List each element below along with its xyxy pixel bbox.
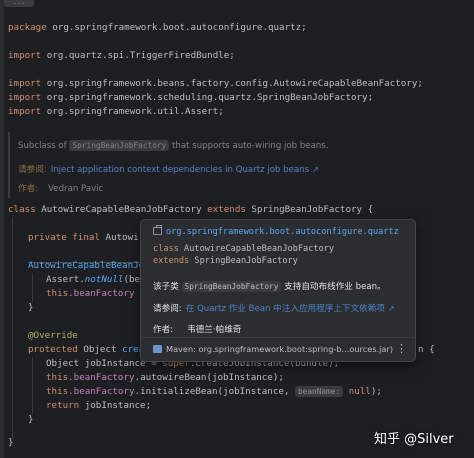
watermark: 知乎 @Silver: [374, 432, 454, 447]
folded-region-marker[interactable]: ...: [4, 0, 34, 7]
popup-description: 该子类 SpringBeanJobFactory 支持自动布线作业 bean。: [153, 281, 386, 292]
javadoc-code-ref[interactable]: SpringBeanJobFactory: [69, 140, 170, 151]
documentation-popup[interactable]: org.springframework.boot.autoconfigure.q…: [140, 219, 416, 362]
assert-line: Assert.notNull(bea: [46, 274, 146, 285]
indent-guide: [32, 273, 33, 303]
constructor-line: AutowireCapableBeanJob: [28, 260, 150, 271]
close-brace: }: [28, 302, 34, 313]
javadoc-summary: Subclass of SpringBeanJobFactory that su…: [18, 140, 329, 151]
parameter-hint: beanName:: [294, 386, 344, 397]
override-annotation: @Override: [28, 330, 78, 341]
external-link-icon: ↗: [312, 165, 319, 174]
external-link-icon: ↗: [387, 304, 395, 313]
class-declaration-line: class AutowireCapableBeanJobFactory exte…: [8, 204, 374, 215]
package-icon: [153, 225, 162, 235]
javadoc-see: 请参阅: Inject application context dependenc…: [18, 165, 319, 175]
field-line: private final Autowire: [28, 232, 150, 243]
method-declaration-line: protected Object creat: [28, 344, 150, 355]
import-line: import org.springframework.util.Assert;: [8, 106, 224, 117]
indent-guide: [12, 217, 13, 439]
javadoc-see-link[interactable]: Inject application context dependencies …: [51, 165, 309, 175]
popup-footer: Maven: org.springframework.boot:spring-b…: [141, 337, 415, 361]
popup-code-ref[interactable]: SpringBeanJobFactory: [181, 281, 282, 292]
indent-guide: [32, 357, 33, 415]
javadoc-block: Subclass of SpringBeanJobFactory that su…: [8, 132, 474, 198]
import-line: import org.springframework.beans.factory…: [8, 78, 423, 89]
method-declaration-tail: n {: [418, 344, 435, 355]
package-line: package org.springframework.boot.autocon…: [8, 22, 307, 33]
library-icon: [153, 345, 162, 353]
close-brace: }: [8, 437, 14, 448]
popup-see-link[interactable]: 在 Quartz 作业 Bean 中注入应用程序上下文依赖项: [186, 304, 385, 314]
initialize-line: this.beanFactory.initializeBean(jobInsta…: [46, 386, 382, 397]
popup-see: 请参阅: 在 Quartz 作业 Bean 中注入应用程序上下文依赖项 ↗: [153, 304, 395, 314]
import-line: import org.springframework.scheduling.qu…: [8, 92, 374, 103]
autowire-line: this.beanFactory.autowireBean(jobInstanc…: [46, 372, 284, 383]
popup-author: 作者: 韦德兰·帕维奇: [153, 325, 242, 335]
more-options-icon[interactable]: ⋮: [396, 342, 407, 355]
maven-source[interactable]: Maven: org.springframework.boot:spring-b…: [153, 344, 393, 354]
close-brace: }: [28, 414, 34, 425]
assign-line: this.beanFactory =: [46, 288, 146, 299]
popup-package[interactable]: org.springframework.boot.autoconfigure.q…: [153, 225, 399, 237]
javadoc-author: 作者: Vedran Pavic: [18, 184, 104, 194]
popup-class-line: class AutowireCapableBeanJobFactory: [153, 244, 335, 254]
return-line: return jobInstance;: [46, 400, 152, 411]
popup-extends-line: extends SpringBeanJobFactory: [153, 256, 298, 266]
editor-gutter: [0, 0, 4, 458]
import-line: import org.quartz.spi.TriggerFiredBundle…: [8, 50, 235, 61]
